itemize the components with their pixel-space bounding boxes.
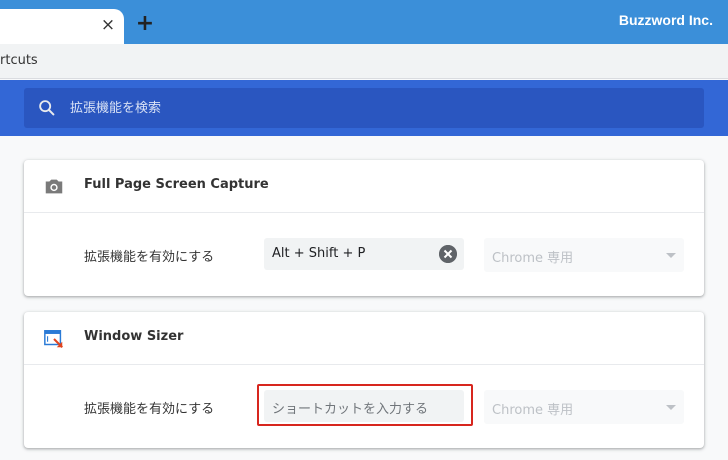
watermark: Buzzword Inc. xyxy=(618,12,713,28)
shortcut-input[interactable]: Alt + Shift + P xyxy=(264,238,464,270)
shortcut-row-label: 拡張機能を有効にする xyxy=(84,250,215,265)
extension-name: Window Sizer xyxy=(84,329,184,344)
search-icon xyxy=(39,100,55,116)
scope-select[interactable]: Chrome 専用 xyxy=(484,390,684,424)
shortcut-value: Alt + Shift + P xyxy=(272,246,366,261)
bookmark-item[interactable]: rtcuts xyxy=(0,53,38,68)
tab-close-icon[interactable]: × xyxy=(99,15,117,35)
highlight-box xyxy=(257,384,473,426)
scope-select-value: Chrome 専用 xyxy=(492,251,574,266)
extension-card: Full Page Screen Capture 拡張機能を有効にする Alt … xyxy=(24,160,704,296)
window-sizer-icon xyxy=(44,330,63,348)
dropdown-arrow-icon xyxy=(666,405,676,410)
extension-name: Full Page Screen Capture xyxy=(84,177,269,192)
active-tab[interactable]: × xyxy=(0,9,124,44)
search-input[interactable] xyxy=(70,88,690,128)
extensions-header xyxy=(0,80,728,136)
dropdown-arrow-icon xyxy=(666,253,676,258)
search-box[interactable] xyxy=(24,88,704,128)
clear-shortcut-icon[interactable] xyxy=(439,245,457,263)
scope-select-value: Chrome 専用 xyxy=(492,403,574,418)
bookmark-bar: rtcuts xyxy=(0,44,728,79)
card-header: Full Page Screen Capture xyxy=(24,160,704,213)
camera-icon xyxy=(45,179,63,194)
tab-strip: × + Buzzword Inc. xyxy=(0,0,728,44)
new-tab-button[interactable]: + xyxy=(134,13,156,35)
card-header: Window Sizer xyxy=(24,312,704,365)
extension-card: Window Sizer 拡張機能を有効にする ショートカットを入力する Chr… xyxy=(24,312,704,448)
shortcut-row-label: 拡張機能を有効にする xyxy=(84,402,215,417)
scope-select[interactable]: Chrome 専用 xyxy=(484,238,684,272)
